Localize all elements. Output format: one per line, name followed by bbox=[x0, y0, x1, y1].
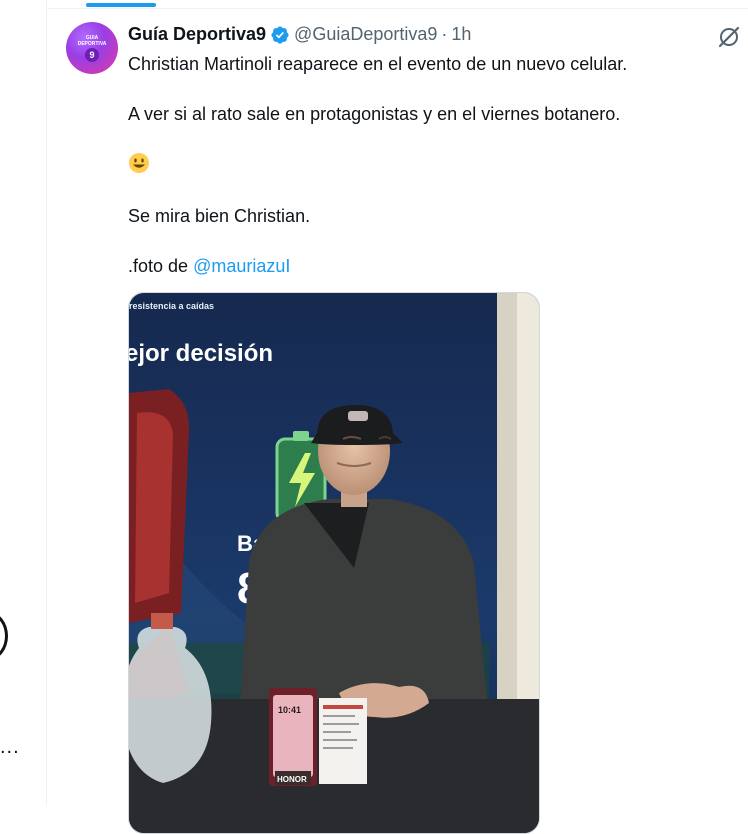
active-tab-indicator bbox=[86, 3, 156, 7]
author-name[interactable]: Guía Deportiva9 bbox=[128, 24, 266, 45]
tweet-line: Se mira bien Christian. bbox=[128, 206, 311, 226]
sidebar-avatar-fragment[interactable] bbox=[0, 612, 8, 660]
tweet-header: Guía Deportiva9 @GuiaDeportiva9 · 1h bbox=[128, 24, 471, 45]
left-sidebar: ... bbox=[0, 0, 47, 806]
tweet-emoji-line bbox=[128, 152, 748, 180]
banner-big-text: ejor decisión bbox=[129, 340, 273, 367]
tweet-line: .foto de @mauriazuI bbox=[128, 254, 748, 278]
separator-dot: · bbox=[441, 24, 448, 44]
avatar-text-middle: DEPORTIVA bbox=[77, 40, 107, 47]
tweet-line: A ver si al rato sale en protagonistas y… bbox=[128, 104, 621, 124]
author-handle[interactable]: @GuiaDeportiva9 bbox=[294, 24, 437, 45]
photo-scene: resistencia a caídas ejor decisión Ba 8 bbox=[129, 293, 539, 833]
banner-small-text: resistencia a caídas bbox=[129, 301, 214, 311]
smiling-face-icon bbox=[129, 153, 149, 173]
photo-credit-prefix: .foto de bbox=[128, 256, 194, 276]
verified-badge-icon bbox=[271, 25, 289, 44]
avatar-text-number: 9 bbox=[85, 47, 99, 62]
tweet-text: Christian Martinoli reaparece en el even… bbox=[128, 52, 748, 278]
phone-time: 10:41 bbox=[278, 705, 301, 715]
timestamp[interactable]: 1h bbox=[451, 24, 471, 45]
top-divider bbox=[46, 8, 748, 9]
tweet-line: Christian Martinoli reaparece en el even… bbox=[128, 54, 628, 74]
tweet-photo[interactable]: resistencia a caídas ejor decisión Ba 8 bbox=[128, 292, 540, 834]
avatar[interactable]: GUIA DEPORTIVA 9 bbox=[66, 22, 118, 74]
more-options-icon[interactable]: ... bbox=[0, 736, 20, 759]
phone-brand: HONOR bbox=[277, 775, 307, 784]
grok-icon[interactable] bbox=[716, 24, 742, 50]
mention-link[interactable]: @mauriazuI bbox=[193, 256, 290, 276]
